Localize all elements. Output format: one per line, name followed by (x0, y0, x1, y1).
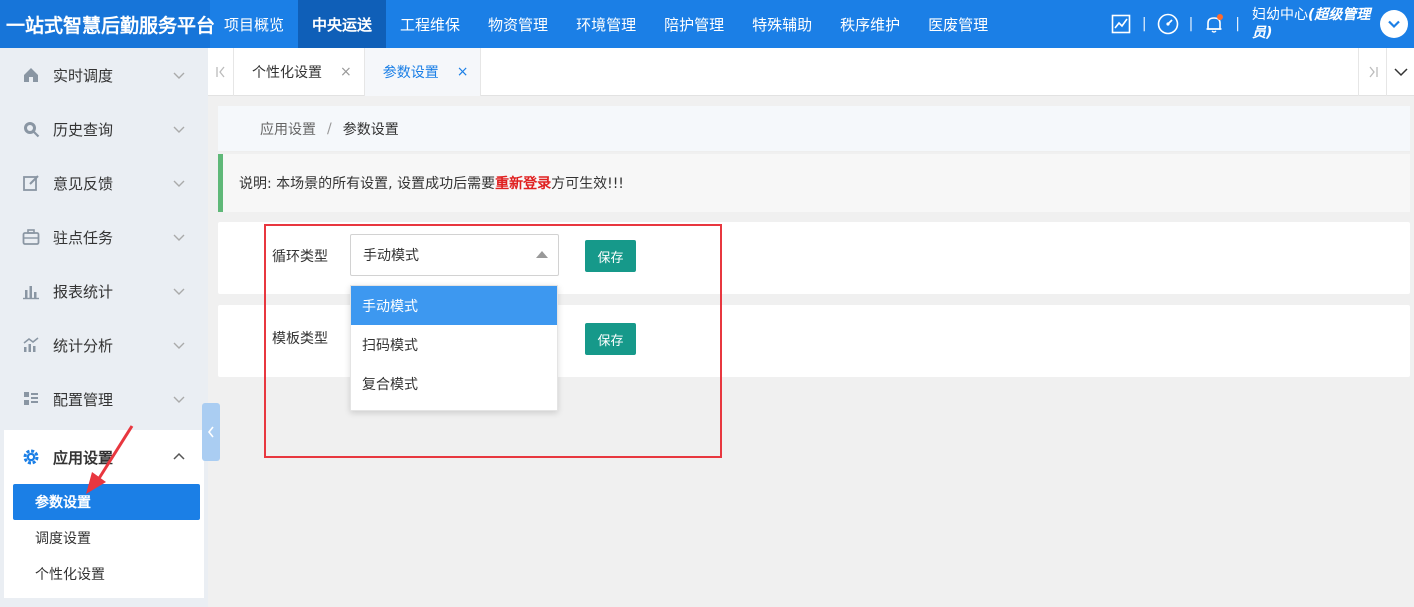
tab-menu-toggle[interactable] (1386, 48, 1414, 96)
caret-up-icon (536, 251, 548, 258)
toolbar-separator: | (1188, 16, 1194, 32)
cycle-type-dropdown: 手动模式 扫码模式 复合模式 (350, 285, 558, 411)
double-chevron-right-icon (1368, 66, 1378, 78)
sidebar-collapse-handle[interactable] (202, 403, 220, 461)
tab-label: 参数设置 (382, 64, 439, 81)
brand-title: 一站式智慧后勤服务平台 (0, 0, 215, 48)
sidebar-item-label: 应用设置 (53, 448, 114, 467)
user-name: 妇幼中心 (1252, 7, 1308, 23)
gear-icon (22, 448, 40, 466)
tab-bar: 个性化设置 × 参数设置 × (208, 47, 1414, 96)
chevron-down-icon (173, 72, 185, 79)
dropdown-option-scan[interactable]: 扫码模式 (351, 325, 557, 364)
tab-scroll-right[interactable] (1358, 48, 1386, 96)
notice-prefix: 说明: 本场景的所有设置, 设置成功后需要 (239, 176, 496, 192)
chart-trend-icon[interactable] (1110, 13, 1132, 35)
nav-item-materials[interactable]: 物资管理 (474, 0, 562, 48)
nav-item-order[interactable]: 秩序维护 (826, 0, 914, 48)
chevron-down-icon (1388, 20, 1400, 29)
nav-item-overview[interactable]: 项目概览 (210, 0, 298, 48)
chevron-down-icon (173, 234, 185, 241)
tab-label: 个性化设置 (252, 64, 322, 81)
chevron-left-icon (207, 426, 214, 438)
nav-item-medical-waste[interactable]: 医废管理 (914, 0, 1002, 48)
chevron-up-icon (173, 452, 185, 460)
tab-bar-controls (1358, 48, 1414, 96)
sidebar-item-app-settings[interactable]: 应用设置 (4, 430, 204, 484)
user-menu-toggle[interactable] (1380, 10, 1408, 38)
sidebar-subitem-dispatch[interactable]: 调度设置 (13, 520, 200, 556)
close-icon[interactable]: × (340, 64, 352, 80)
sidebar-item-label: 驻点任务 (53, 228, 114, 247)
chevron-down-icon (173, 126, 185, 133)
nav-item-central-transport[interactable]: 中央运送 (298, 0, 387, 48)
sidebar-group-app-settings: 应用设置 参数设置 调度设置 个性化设置 (4, 430, 204, 598)
double-chevron-left-icon (215, 66, 225, 77)
analytics-icon (22, 336, 40, 354)
cycle-type-select[interactable]: 手动模式 (350, 234, 559, 276)
close-icon[interactable]: × (457, 64, 469, 80)
notice-banner: 说明: 本场景的所有设置, 设置成功后需要 重新登录 方可生效!!! (218, 154, 1410, 212)
nav-item-special-assist[interactable]: 特殊辅助 (738, 0, 826, 48)
top-navbar: 一站式智慧后勤服务平台 项目概览 中央运送 工程维保 物资管理 环境管理 陪护管… (0, 0, 1414, 48)
dropdown-option-composite[interactable]: 复合模式 (351, 364, 557, 403)
briefcase-icon (22, 228, 40, 246)
sidebar-item-feedback[interactable]: 意见反馈 (0, 156, 208, 210)
sidebar-item-realtime-dispatch[interactable]: 实时调度 (0, 48, 208, 102)
nav-item-escort[interactable]: 陪护管理 (650, 0, 738, 48)
sidebar-item-station-task[interactable]: 驻点任务 (0, 210, 208, 264)
toolbar-separator: | (1141, 16, 1147, 32)
sidebar-subitem-personalize[interactable]: 个性化设置 (13, 556, 200, 592)
breadcrumb-parent[interactable]: 应用设置 (260, 119, 316, 139)
cycle-type-label: 循环类型 (272, 249, 328, 265)
template-type-label: 模板类型 (272, 331, 328, 347)
tab-scroll-left[interactable] (208, 47, 234, 96)
grid-list-icon (22, 390, 40, 408)
chevron-down-icon (173, 180, 185, 187)
main-nav: 项目概览 中央运送 工程维保 物资管理 环境管理 陪护管理 特殊辅助 秩序维护 … (210, 0, 1002, 48)
nav-item-environment[interactable]: 环境管理 (562, 0, 650, 48)
gauge-icon[interactable] (1157, 13, 1179, 35)
edit-icon (22, 174, 40, 192)
sidebar-subitem-params[interactable]: 参数设置 (13, 484, 200, 520)
sidebar-item-analysis[interactable]: 统计分析 (0, 318, 208, 372)
sidebar: 实时调度 历史查询 意见反馈 驻点任务 报表统计 统计分析 配置管理 应用设置 (0, 48, 208, 607)
sidebar-item-label: 实时调度 (53, 66, 114, 85)
toolbar-separator: | (1235, 16, 1240, 32)
chevron-down-icon (173, 288, 185, 295)
tab-personalize[interactable]: 个性化设置 × (234, 47, 365, 96)
select-value: 手动模式 (363, 248, 419, 264)
sidebar-item-config[interactable]: 配置管理 (0, 372, 208, 426)
sidebar-item-label: 历史查询 (53, 120, 114, 139)
bar-chart-icon (22, 282, 40, 300)
top-right-tools: | | | 妇幼中心(超级管理员) (1110, 0, 1414, 48)
save-button[interactable]: 保存 (585, 323, 636, 355)
sidebar-item-label: 配置管理 (53, 390, 114, 409)
sidebar-item-label: 统计分析 (53, 336, 114, 355)
sidebar-item-label: 报表统计 (53, 282, 114, 301)
sidebar-item-reports[interactable]: 报表统计 (0, 264, 208, 318)
sidebar-item-label: 意见反馈 (53, 174, 114, 193)
save-button[interactable]: 保存 (585, 240, 636, 272)
home-icon (22, 66, 40, 84)
user-info[interactable]: 妇幼中心(超级管理员) (1252, 6, 1372, 42)
cycle-type-panel: 循环类型 手动模式 保存 (218, 222, 1410, 294)
notice-highlight: 重新登录 (495, 176, 552, 192)
chevron-down-icon (173, 342, 185, 349)
sidebar-item-history[interactable]: 历史查询 (0, 102, 208, 156)
dropdown-option-manual[interactable]: 手动模式 (351, 286, 557, 325)
breadcrumb-current: 参数设置 (342, 121, 399, 138)
chevron-down-icon (173, 396, 185, 403)
nav-item-engineering[interactable]: 工程维保 (386, 0, 474, 48)
chevron-down-icon (1393, 68, 1408, 77)
breadcrumb: 应用设置 / 参数设置 (218, 106, 1410, 152)
tab-params[interactable]: 参数设置 × (364, 47, 482, 96)
breadcrumb-separator: / (327, 120, 332, 137)
bell-icon[interactable] (1203, 13, 1225, 35)
search-icon (22, 120, 40, 138)
notice-suffix: 方可生效!!! (551, 176, 624, 192)
